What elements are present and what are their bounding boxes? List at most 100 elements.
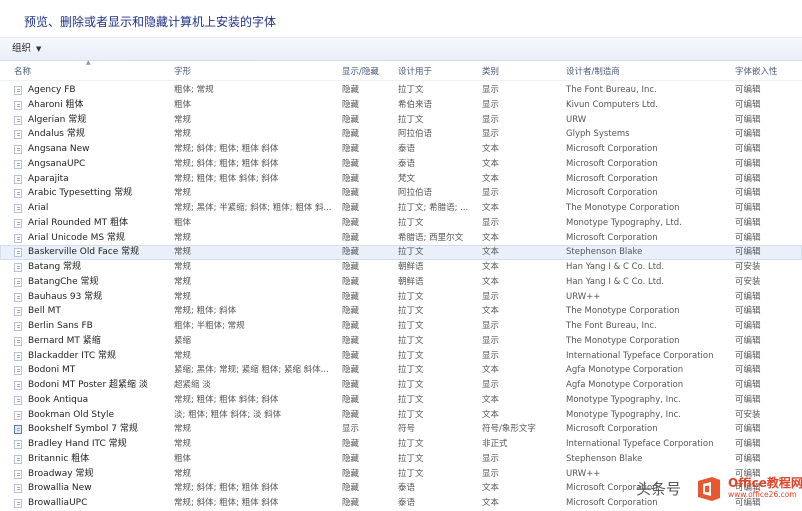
designed-for-value: 朝鲜语 [398,262,424,272]
font-name: Arabic Typesetting 常规 [28,188,133,199]
page-title: 预览、删除或者显示和隐藏计算机上安装的字体 [24,15,277,29]
table-row[interactable]: Aharoni 粗体 粗体 隐藏 希伯来语 显示 Kivun Computers Ltd.… [0,98,802,113]
category-value: 显示 [482,129,500,140]
font-style: 常规 [174,424,192,435]
embeddability-value: 可编辑 [735,114,761,125]
font-file-icon [14,100,22,110]
table-row[interactable]: Arial Unicode MS 常规 常规 隐藏 希腊语; 西里尔文 文本 Micros… [0,231,802,246]
designed-for-value: 泰语 [398,498,416,508]
column-header-designer[interactable]: 设计者/制造商 [566,65,620,77]
font-name: Aparajita [28,173,69,184]
designed-for-value: 希腊语; 西里尔文 [398,232,464,243]
font-name: Bookshelf Symbol 7 常规 [28,424,138,435]
font-name: Arial Rounded MT 粗体 [28,217,128,228]
show-hide-value: 隐藏 [342,247,360,258]
embeddability-value: 可编辑 [735,321,761,331]
designed-for-value: 阿拉伯语 [398,129,433,140]
font-file-icon [14,499,22,508]
embeddability-value: 可编辑 [735,217,761,228]
window-header: 预览、删除或者显示和隐藏计算机上安装的字体 [0,0,802,38]
font-name: Agency FB [28,85,76,95]
table-row[interactable]: Arabic Typesetting 常规 常规 隐藏 阿拉伯语 显示 Microsoft… [0,186,802,201]
table-row[interactable]: Arial 常规; 黑体; 半紧缩; 斜体; 粗体; 粗体 斜... 隐藏 拉丁文; … [0,201,802,216]
table-row[interactable]: Bell MT 常规; 粗体; 斜体 隐藏 拉丁文 文本 The Monotype Cor… [0,304,802,319]
font-style: 常规 [174,350,192,361]
designed-for-value: 拉丁文 [398,291,424,302]
category-value: 显示 [482,453,500,464]
category-value: 文本 [482,276,500,287]
show-hide-value: 隐藏 [342,409,360,420]
table-row[interactable]: Berlin Sans FB 粗体; 半粗体; 常规 隐藏 拉丁文 显示 The Font… [0,319,802,334]
table-row[interactable]: BatangChe 常规 常规 隐藏 朝鲜语 文本 Han Yang I & C Co. … [0,275,802,290]
table-row[interactable]: Britannic 粗体 粗体 隐藏 拉丁文 显示 Stephenson Blake 可编辑 [0,452,802,467]
show-hide-value: 隐藏 [342,114,360,125]
font-file-icon [14,336,22,346]
table-row[interactable]: Batang 常规 常规 隐藏 朝鲜语 文本 Han Yang I & C Co. Ltd… [0,260,802,275]
font-style: 常规 [174,129,192,140]
embeddability-value: 可编辑 [735,394,761,405]
font-name: Britannic 粗体 [28,453,90,464]
command-bar: 组织 ▼ [0,38,802,61]
font-file-icon [14,381,22,390]
show-hide-value: 隐藏 [342,144,360,154]
font-file-icon [14,454,22,464]
font-style: 粗体 [174,453,192,464]
column-header-category[interactable]: 类别 [482,65,499,77]
font-file-icon [14,189,22,199]
table-row[interactable]: Bookman Old Style 淡; 粗体; 粗体 斜体; 淡 斜体 隐藏 拉丁文… [0,408,802,423]
designer-value: URW++ [566,291,601,302]
embeddability-value: 可编辑 [735,306,761,317]
table-row[interactable]: Andalus 常规 常规 隐藏 阿拉伯语 显示 Glyph Systems 可编辑 [0,127,802,142]
font-file-icon [14,440,22,449]
table-row[interactable]: Aparajita 常规; 粗体; 粗体 斜体; 斜体 隐藏 梵文 文本 Microsof… [0,172,802,187]
category-value: 符号/象形文字 [482,424,536,435]
designer-value: Monotype Typography, Inc. [566,394,681,405]
category-value: 显示 [482,114,500,125]
table-row[interactable]: Agency FB 粗体; 常规 隐藏 拉丁文 显示 The Font Bureau, I… [0,83,802,98]
embeddability-value: 可编辑 [735,232,761,243]
designed-for-value: 拉丁文 [398,439,424,449]
table-row[interactable]: Bodoni MT 紧缩; 黑体; 常规; 紧缩 粗体; 紧缩 斜体... 隐藏 拉丁… [0,363,802,378]
embeddability-value: 可编辑 [735,203,761,213]
designed-for-value: 拉丁文 [398,85,424,95]
table-row[interactable]: Bradley Hand ITC 常规 常规 隐藏 拉丁文 非正式 Internation… [0,437,802,452]
embeddability-value: 可编辑 [735,99,761,110]
designer-value: Glyph Systems [566,129,630,140]
table-row[interactable]: Angsana New 常规; 斜体; 粗体; 粗体 斜体 隐藏 泰语 文本 Micros… [0,142,802,157]
category-value: 显示 [482,350,500,361]
table-row[interactable]: Book Antiqua 常规; 粗体; 粗体 斜体; 斜体 隐藏 拉丁文 文本 Mono… [0,393,802,408]
column-header-show-hide[interactable]: 显示/隐藏 [342,65,379,77]
designer-value: Microsoft Corporation [566,158,658,169]
category-value: 非正式 [482,439,508,449]
designed-for-value: 拉丁文 [398,365,424,376]
column-header-designed-for[interactable]: 设计用于 [398,65,432,77]
table-row[interactable]: Arial Rounded MT 粗体 粗体 隐藏 拉丁文 显示 Monotype Typ… [0,216,802,231]
font-file-icon [14,307,22,317]
embeddability-value: 可编辑 [735,350,761,361]
font-name: Algerian 常规 [28,114,87,125]
font-name: BrowalliaUPC [28,498,88,508]
table-row[interactable]: AngsanaUPC 常规; 斜体; 粗体; 粗体 斜体 隐藏 泰语 文本 Microso… [0,157,802,172]
table-row[interactable]: Algerian 常规 常规 隐藏 拉丁文 显示 URW 可编辑 [0,113,802,128]
organize-label: 组织 [12,43,32,54]
table-row[interactable]: Bauhaus 93 常规 常规 隐藏 拉丁文 显示 URW++ 可编辑 [0,290,802,305]
designed-for-value: 泰语 [398,144,416,154]
font-file-icon [14,248,22,258]
font-name: Bauhaus 93 常规 [28,291,103,302]
table-row[interactable]: Baskerville Old Face 常规 常规 隐藏 拉丁文 文本 Stephens… [0,245,802,260]
table-row[interactable]: Bookshelf Symbol 7 常规 常规 显示 符号 符号/象形文字 Micros… [0,422,802,437]
column-header-style[interactable]: 字形 [174,65,191,77]
designed-for-value: 拉丁文 [398,306,424,317]
table-row[interactable]: Blackadder ITC 常规 常规 隐藏 拉丁文 显示 International … [0,349,802,364]
table-row[interactable]: Bodoni MT Poster 超紧缩 淡 超紧缩 淡 隐藏 拉丁文 显示 Agfa M… [0,378,802,393]
table-row[interactable]: Bernard MT 紧缩 紧缩 隐藏 拉丁文 显示 The Monotype Corpo… [0,334,802,349]
designed-for-value: 梵文 [398,173,416,184]
category-value: 文本 [482,144,500,154]
show-hide-value: 隐藏 [342,380,360,390]
designed-for-value: 拉丁文 [398,114,424,125]
column-header-name[interactable]: 名称 [14,65,31,77]
designer-value: The Font Bureau, Inc. [566,321,657,331]
organize-menu-button[interactable]: 组织 ▼ [8,41,45,57]
column-header-embeddability[interactable]: 字体嵌入性 [735,65,778,77]
show-hide-value: 隐藏 [342,291,360,302]
